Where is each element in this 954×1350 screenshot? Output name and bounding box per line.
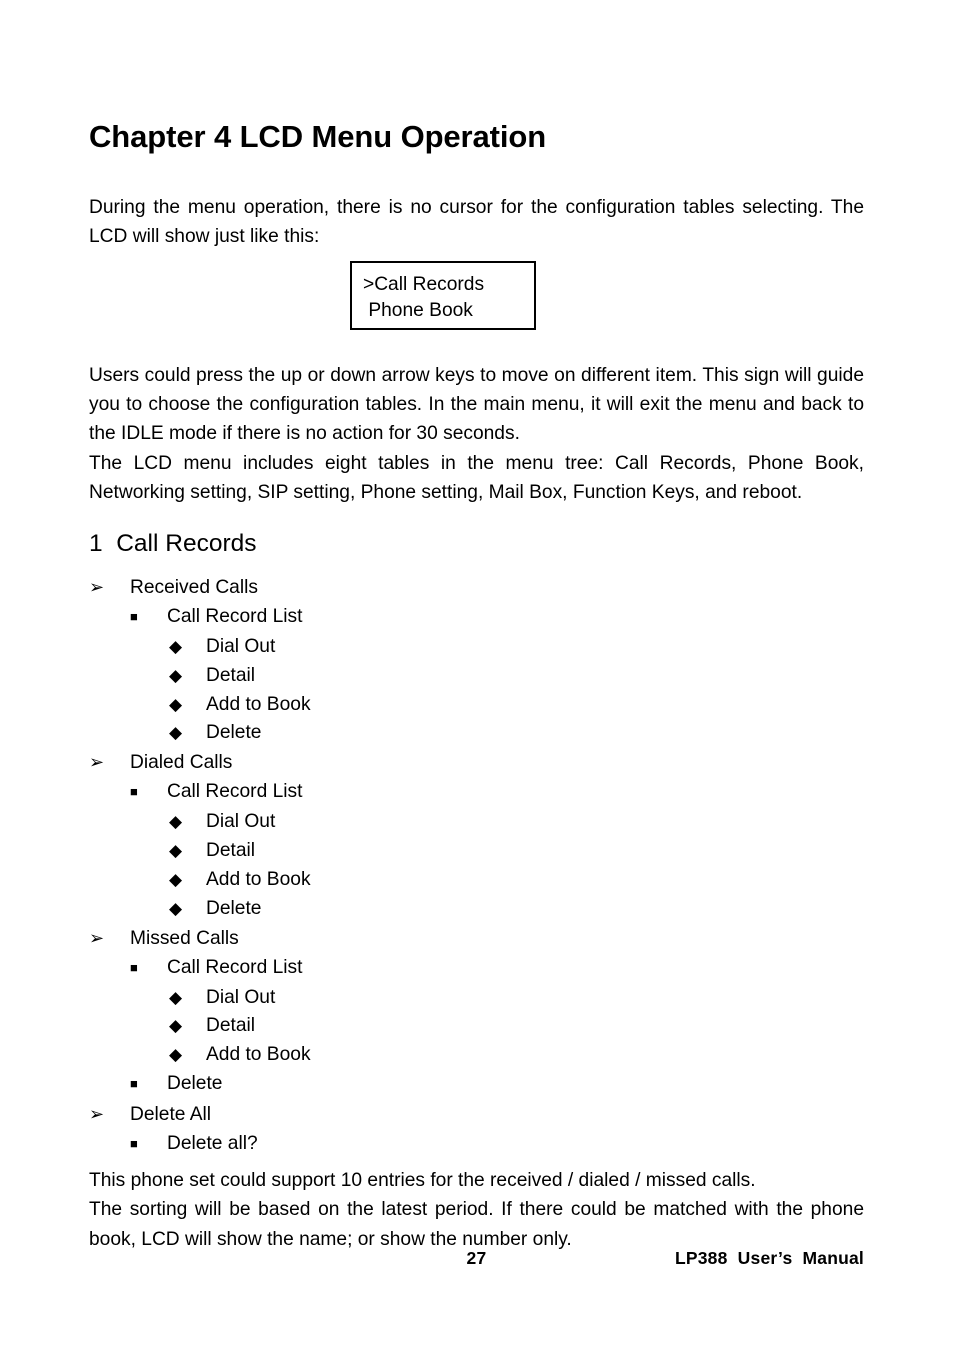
outline-item-label: Delete <box>206 722 262 744</box>
outline-item-level1: ➢ Dialed Calls <box>89 748 864 778</box>
lcd-screen-box: >Call Records Phone Book <box>350 260 536 330</box>
menu-outline-list: ➢ Received Calls ■ Call Record List ◆ Dial Ou… <box>89 573 864 1160</box>
outline-item-level2: ■ Call Record List <box>89 778 864 808</box>
diamond-bullet-icon: ◆ <box>169 1016 183 1036</box>
outline-item-label: Detail <box>206 1015 256 1037</box>
outline-item-level3: ◆ Detail <box>89 662 864 691</box>
outline-item-level1: ➢ Missed Calls <box>89 924 864 954</box>
outline-item-label: Add to Book <box>206 693 311 715</box>
outline-item-label: Delete All <box>130 1104 212 1126</box>
arrow-bullet-icon: ➢ <box>89 752 105 773</box>
lcd-illustration: >Call Records Phone Book <box>89 260 864 332</box>
diamond-bullet-icon: ◆ <box>169 987 183 1007</box>
outline-item-label: Detail <box>206 840 256 862</box>
paragraph-menu-tree: The LCD menu includes eight tables in th… <box>89 452 864 503</box>
page-content: Chapter 4 LCD Menu Operation During the … <box>89 0 864 1254</box>
outline-item-level3: ◆ Dial Out <box>89 984 864 1013</box>
outline-item-level3: ◆ Add to Book <box>89 1041 864 1070</box>
lcd-line-second: Phone Book <box>363 299 473 321</box>
outline-item-label: Dial Out <box>206 986 276 1008</box>
outline-item-label: Dialed Calls <box>130 752 233 774</box>
outline-item-label: Detail <box>206 664 256 686</box>
chapter-title: Chapter 4 LCD Menu Operation <box>89 119 547 154</box>
outline-item-label: Call Record List <box>167 781 303 803</box>
square-bullet-icon: ■ <box>130 784 138 800</box>
diamond-bullet-icon: ◆ <box>169 841 183 861</box>
paragraph-entries: This phone set could support 10 entries … <box>89 1170 756 1192</box>
outline-item-level3: ◆ Delete <box>89 895 864 924</box>
outline-item-level3: ◆ Add to Book <box>89 691 864 720</box>
outline-item-level3: ◆ Dial Out <box>89 633 864 662</box>
diamond-bullet-icon: ◆ <box>169 898 183 918</box>
manual-page: Chapter 4 LCD Menu Operation During the … <box>0 0 954 1350</box>
diamond-bullet-icon: ◆ <box>169 665 183 685</box>
lcd-line-selected: >Call Records <box>363 273 485 295</box>
outline-item-label: Add to Book <box>206 1044 311 1066</box>
outline-item-label: Delete <box>206 897 262 919</box>
square-bullet-icon: ■ <box>130 1076 138 1092</box>
paragraph-sorting: The sorting will be based on the latest … <box>89 1199 864 1250</box>
outline-item-level2: ■ Delete <box>89 1070 864 1100</box>
diamond-bullet-icon: ◆ <box>169 723 183 743</box>
outline-item-label: Dial Out <box>206 635 276 657</box>
outline-item-level3: ◆ Add to Book <box>89 866 864 895</box>
footer-manual-name: LP388 User’s Manual <box>674 1248 864 1268</box>
outline-item-level3: ◆ Dial Out <box>89 808 864 837</box>
outline-item-level1: ➢ Received Calls <box>89 573 864 603</box>
outline-item-label: Add to Book <box>206 868 311 890</box>
outline-item-level3: ◆ Detail <box>89 1012 864 1041</box>
diamond-bullet-icon: ◆ <box>169 869 183 889</box>
page-footer: 27 LP388 User’s Manual <box>89 1248 864 1274</box>
outline-item-level1: ➢ Delete All <box>89 1100 864 1130</box>
square-bullet-icon: ■ <box>130 959 138 975</box>
outline-item-level3: ◆ Detail <box>89 837 864 866</box>
outline-item-label: Delete <box>167 1073 223 1095</box>
outline-item-level3: ◆ Delete <box>89 719 864 748</box>
outline-item-label: Missed Calls <box>130 927 239 949</box>
square-bullet-icon: ■ <box>130 608 138 624</box>
outline-item-label: Call Record List <box>167 956 303 978</box>
outline-item-label: Delete all? <box>167 1133 258 1155</box>
intro-paragraph: During the menu operation, there is no c… <box>89 197 864 248</box>
diamond-bullet-icon: ◆ <box>169 636 183 656</box>
outline-item-label: Dial Out <box>206 811 276 833</box>
outline-item-label: Call Record List <box>167 605 303 627</box>
section-heading-call-records: 1 Call Records <box>89 530 257 558</box>
diamond-bullet-icon: ◆ <box>169 812 183 832</box>
outline-item-level2: ■ Call Record List <box>89 603 864 633</box>
diamond-bullet-icon: ◆ <box>169 694 183 714</box>
outline-item-level2: ■ Call Record List <box>89 954 864 984</box>
arrow-bullet-icon: ➢ <box>89 1104 105 1125</box>
paragraph-navigation: Users could press the up or down arrow k… <box>89 364 864 445</box>
square-bullet-icon: ■ <box>130 1136 138 1152</box>
outline-item-level2: ■ Delete all? <box>89 1130 864 1160</box>
arrow-bullet-icon: ➢ <box>89 576 105 597</box>
diamond-bullet-icon: ◆ <box>169 1045 183 1065</box>
outline-item-label: Received Calls <box>130 576 258 598</box>
arrow-bullet-icon: ➢ <box>89 927 105 948</box>
